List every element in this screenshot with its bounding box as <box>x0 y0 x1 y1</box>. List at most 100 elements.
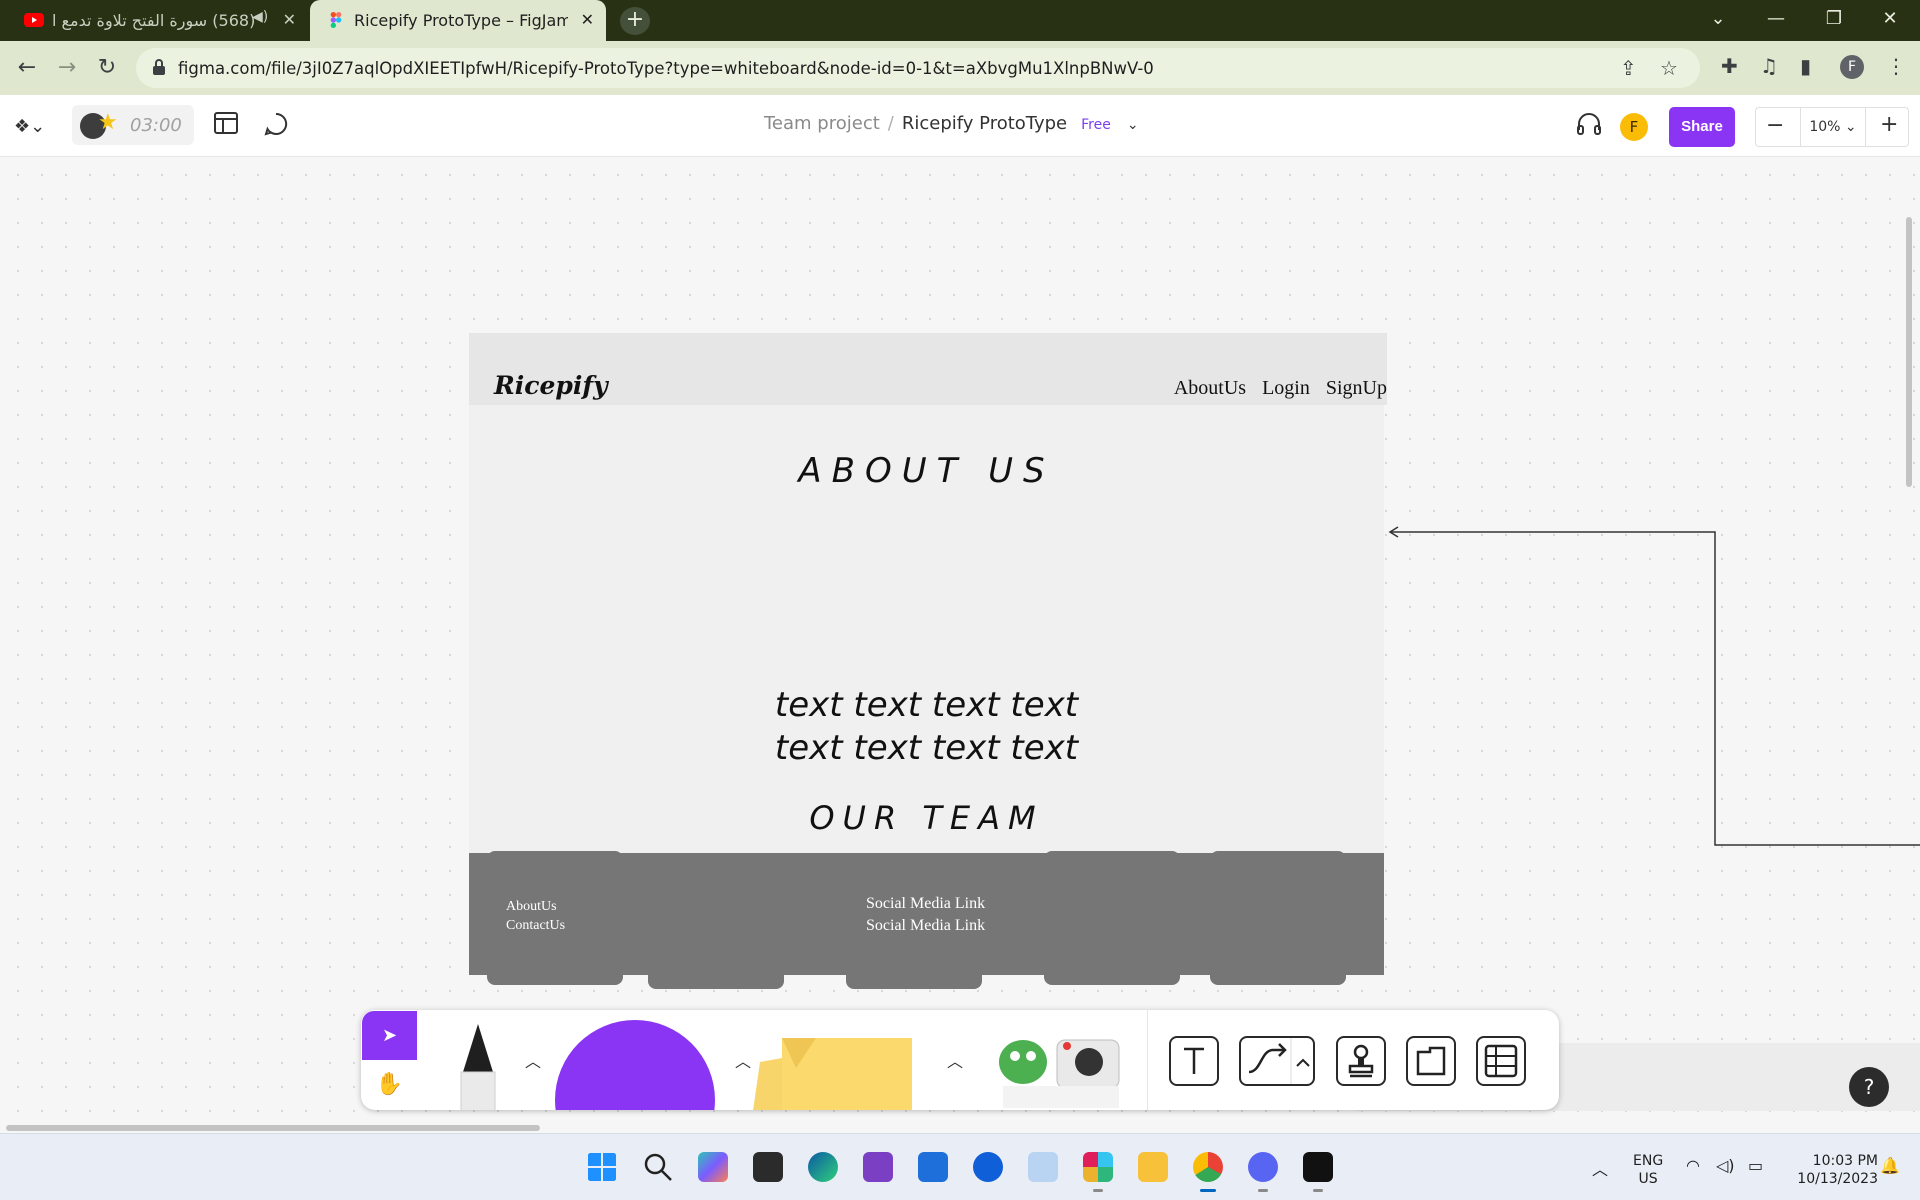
speaker-icon[interactable]: ◀) <box>252 9 268 25</box>
pen-icon[interactable] <box>449 1024 507 1110</box>
connector-icon[interactable] <box>1239 1036 1315 1086</box>
input-language[interactable]: ENG US <box>1633 1152 1663 1188</box>
social-media-link[interactable]: Social Media Link <box>866 893 985 915</box>
search-icon[interactable] <box>643 1152 673 1182</box>
text-icon[interactable] <box>1169 1036 1219 1086</box>
task-view-icon[interactable] <box>753 1152 783 1182</box>
table-icon[interactable] <box>1476 1036 1526 1086</box>
user-avatar[interactable]: F <box>1620 113 1648 141</box>
edge-icon[interactable] <box>808 1152 838 1182</box>
profile-avatar[interactable]: F <box>1840 55 1864 79</box>
help-icon[interactable]: ? <box>1849 1067 1889 1107</box>
zoom-out-icon[interactable]: − <box>1766 113 1784 138</box>
figjam-header: ❖⌄ ★ 03:00 Team project / Ricepify ProtoTy… <box>0 95 1920 157</box>
hand-icon[interactable]: ✋ <box>362 1061 417 1109</box>
copilot-icon[interactable] <box>698 1152 728 1182</box>
tab-title: (568) سورة الفتح تلاوة تدمع ا <box>52 11 256 30</box>
headphones-icon[interactable] <box>1576 112 1602 136</box>
zoom-level: 10% <box>1809 119 1841 135</box>
media-icon[interactable]: ♫ <box>1760 54 1778 78</box>
main-menu-icon[interactable]: ❖⌄ <box>14 116 45 137</box>
select-tool-icon[interactable]: ➤ <box>362 1011 417 1060</box>
date: 10/13/2023 <box>1797 1171 1878 1187</box>
file-name[interactable]: Ricepify ProtoType <box>902 113 1067 134</box>
team-link[interactable]: Team project <box>764 113 880 134</box>
time: 10:03 PM <box>1812 1153 1878 1169</box>
sticky-note-icon[interactable] <box>746 1028 926 1110</box>
wifi-icon[interactable]: ◠ <box>1686 1156 1700 1175</box>
forward-icon[interactable]: → <box>54 55 80 80</box>
nav-signup[interactable]: SignUp <box>1326 377 1387 399</box>
language-code: ENG <box>1633 1153 1664 1169</box>
whiteboard-canvas[interactable]: Ricepify AboutUs Login SignUp ABOUT US tex… <box>0 157 1920 1133</box>
pen-options-chevron-icon[interactable]: ︿ <box>525 1048 541 1072</box>
new-tab-button[interactable]: + <box>620 7 650 35</box>
tab-figjam[interactable]: Ricepify ProtoType – FigJam ✕ <box>310 0 606 41</box>
store-icon[interactable] <box>918 1152 948 1182</box>
section-icon[interactable] <box>1406 1036 1456 1086</box>
clock[interactable]: 10:03 PM 10/13/2023 <box>1778 1152 1878 1188</box>
reload-icon[interactable]: ↻ <box>94 55 120 80</box>
photos-icon[interactable] <box>1028 1152 1058 1182</box>
sticky-options-chevron-icon[interactable]: ︿ <box>947 1048 963 1072</box>
visual-studio-icon[interactable] <box>863 1152 893 1182</box>
zoom-control: − 10% ⌄ + <box>1755 107 1909 147</box>
browser-toolbar: ← → ↻ figma.com/file/3jI0Z7aqlOpdXIEETIp… <box>0 41 1920 95</box>
intellij-icon[interactable] <box>1303 1152 1333 1192</box>
battery-icon[interactable]: ▭ <box>1748 1156 1763 1175</box>
file-explorer-icon[interactable] <box>1138 1152 1168 1182</box>
close-window-icon[interactable]: ✕ <box>1878 8 1902 29</box>
close-tab-icon[interactable]: ✕ <box>283 10 296 29</box>
timer-widget[interactable]: ★ 03:00 <box>72 105 194 145</box>
restore-icon[interactable]: ❐ <box>1822 8 1846 29</box>
lock-icon[interactable] <box>152 58 166 76</box>
timer-value: 03:00 <box>130 115 182 136</box>
zoom-level-dropdown[interactable]: 10% ⌄ <box>1800 108 1866 146</box>
browser-tab-strip: (568) سورة الفتح تلاوة تدمع ا ◀) ✕ Ricep… <box>0 0 1920 41</box>
close-tab-icon[interactable]: ✕ <box>581 10 594 29</box>
star-icon: ★ <box>98 110 118 135</box>
comment-icon[interactable] <box>264 112 288 136</box>
share-button[interactable]: Share <box>1669 107 1735 147</box>
toolbar-divider <box>1147 1010 1148 1110</box>
horizontal-scrollbar[interactable] <box>6 1125 540 1131</box>
stickers-stamps-icon[interactable] <box>995 1032 1125 1110</box>
more-icon[interactable]: ⋮ <box>1886 54 1906 78</box>
nav-login[interactable]: Login <box>1262 377 1310 399</box>
chevron-down-icon[interactable]: ⌄ <box>1127 117 1139 133</box>
shape-tool[interactable] <box>555 1020 715 1110</box>
creation-toolbar: ➤ ✋ ︿ ︿ ︿ <box>361 1010 1559 1110</box>
discord-icon[interactable] <box>1248 1152 1278 1192</box>
layout-icon[interactable] <box>214 112 238 134</box>
address-bar[interactable]: figma.com/file/3jI0Z7aqlOpdXIEETIpfwH/Ri… <box>136 48 1700 88</box>
extensions-icon[interactable]: ✚ <box>1721 54 1738 78</box>
tab-youtube[interactable]: (568) سورة الفتح تلاوة تدمع ا ◀) ✕ <box>8 0 308 41</box>
frame-footer: AboutUs ContactUs Social Media Link Soci… <box>469 853 1384 975</box>
volume-icon[interactable]: ◁) <box>1716 1156 1735 1175</box>
teamviewer-icon[interactable] <box>973 1152 1003 1182</box>
footer-links: AboutUs ContactUs <box>506 897 565 935</box>
url-text: figma.com/file/3jI0Z7aqlOpdXIEETIpfwH/Ri… <box>178 59 1154 78</box>
chrome-icon[interactable] <box>1193 1152 1223 1192</box>
footer-about-us[interactable]: AboutUs <box>506 897 565 916</box>
minimize-icon[interactable]: — <box>1764 8 1788 29</box>
vertical-scrollbar[interactable] <box>1906 217 1912 487</box>
slack-icon[interactable] <box>1083 1152 1113 1192</box>
start-icon[interactable] <box>587 1152 617 1182</box>
footer-contact-us[interactable]: ContactUs <box>506 916 565 935</box>
sidebar-icon[interactable]: ▮ <box>1800 54 1811 78</box>
about-us-frame[interactable]: Ricepify AboutUs Login SignUp ABOUT US tex… <box>469 333 1387 989</box>
breadcrumb: Team project / Ricepify ProtoType Free ⌄ <box>764 113 1139 134</box>
tab-search-icon[interactable]: ⌄ <box>1706 8 1730 29</box>
about-heading: ABOUT US <box>798 451 1055 491</box>
stamp-icon[interactable] <box>1336 1036 1386 1086</box>
youtube-icon <box>24 13 44 27</box>
show-hidden-icons-icon[interactable]: ︿ <box>1592 1156 1608 1180</box>
social-media-link[interactable]: Social Media Link <box>866 915 985 937</box>
star-icon[interactable]: ☆ <box>1660 56 1678 80</box>
nav-about-us[interactable]: AboutUs <box>1174 377 1246 399</box>
back-icon[interactable]: ← <box>14 55 40 80</box>
share-page-icon[interactable]: ⇪ <box>1620 56 1637 80</box>
zoom-in-icon[interactable]: + <box>1880 112 1898 137</box>
notification-bell-icon[interactable]: 🔔 <box>1880 1156 1900 1175</box>
